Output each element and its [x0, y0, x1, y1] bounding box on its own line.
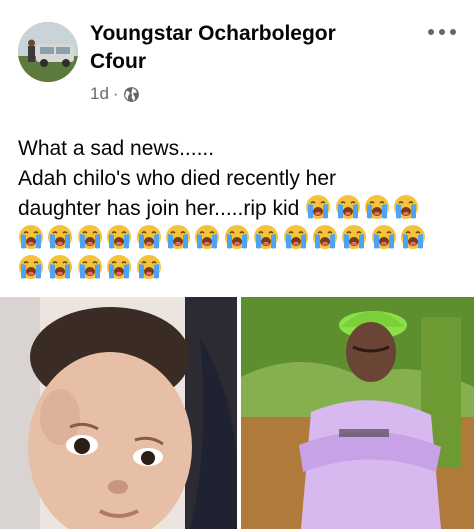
loudly-crying-face-icon [283, 225, 308, 249]
loudly-crying-face-icon [335, 195, 360, 219]
loudly-crying-face-icon [394, 195, 419, 219]
avatar[interactable] [18, 22, 78, 82]
post-text-line: What a sad news...... [18, 137, 215, 160]
emoji-group [18, 224, 463, 254]
loudly-crying-face-icon [136, 225, 161, 249]
more-options-icon[interactable] [428, 22, 456, 42]
loudly-crying-face-icon [306, 195, 331, 219]
loudly-crying-face-icon [371, 225, 396, 249]
loudly-crying-face-icon [401, 225, 426, 249]
post-meta: 1d · [90, 84, 140, 104]
post-time[interactable]: 1d [90, 84, 109, 104]
post-text-line: daughter has join her.....rip kid [18, 197, 300, 220]
post-text-line-with-emojis: daughter has join her.....rip kid [18, 194, 463, 224]
loudly-crying-face-icon [19, 225, 43, 249]
emoji-group [18, 254, 463, 284]
loudly-crying-face-icon [224, 225, 249, 249]
photo-grid [0, 297, 474, 529]
loudly-crying-face-icon [195, 225, 220, 249]
post-text-line: Adah chilo's who died recently her [18, 167, 337, 190]
loudly-crying-face-icon [136, 255, 161, 279]
avatar-photo [18, 22, 78, 82]
loudly-crying-face-icon [165, 225, 190, 249]
loudly-crying-face-icon [254, 225, 279, 249]
emoji-group [305, 195, 423, 220]
loudly-crying-face-icon [312, 225, 337, 249]
loudly-crying-face-icon [107, 225, 132, 249]
post-body: What a sad news...... Adah chilo's who d… [18, 134, 463, 284]
author-name[interactable]: Youngstar Ocharbolegor Cfour [90, 20, 390, 76]
photo-baby[interactable] [0, 297, 237, 529]
loudly-crying-face-icon [48, 255, 73, 279]
loudly-crying-face-icon [77, 255, 102, 279]
loudly-crying-face-icon [48, 225, 73, 249]
globe-icon[interactable] [123, 86, 140, 103]
mother-photo-image [241, 297, 474, 529]
loudly-crying-face-icon [107, 255, 132, 279]
meta-separator: · [112, 84, 119, 103]
loudly-crying-face-icon [342, 225, 367, 249]
loudly-crying-face-icon [77, 225, 102, 249]
loudly-crying-face-icon [19, 255, 43, 279]
loudly-crying-face-icon [364, 195, 389, 219]
photo-mother[interactable] [241, 297, 474, 529]
post-header: Youngstar Ocharbolegor Cfour 1d · [0, 0, 474, 115]
baby-photo-image [0, 297, 237, 529]
